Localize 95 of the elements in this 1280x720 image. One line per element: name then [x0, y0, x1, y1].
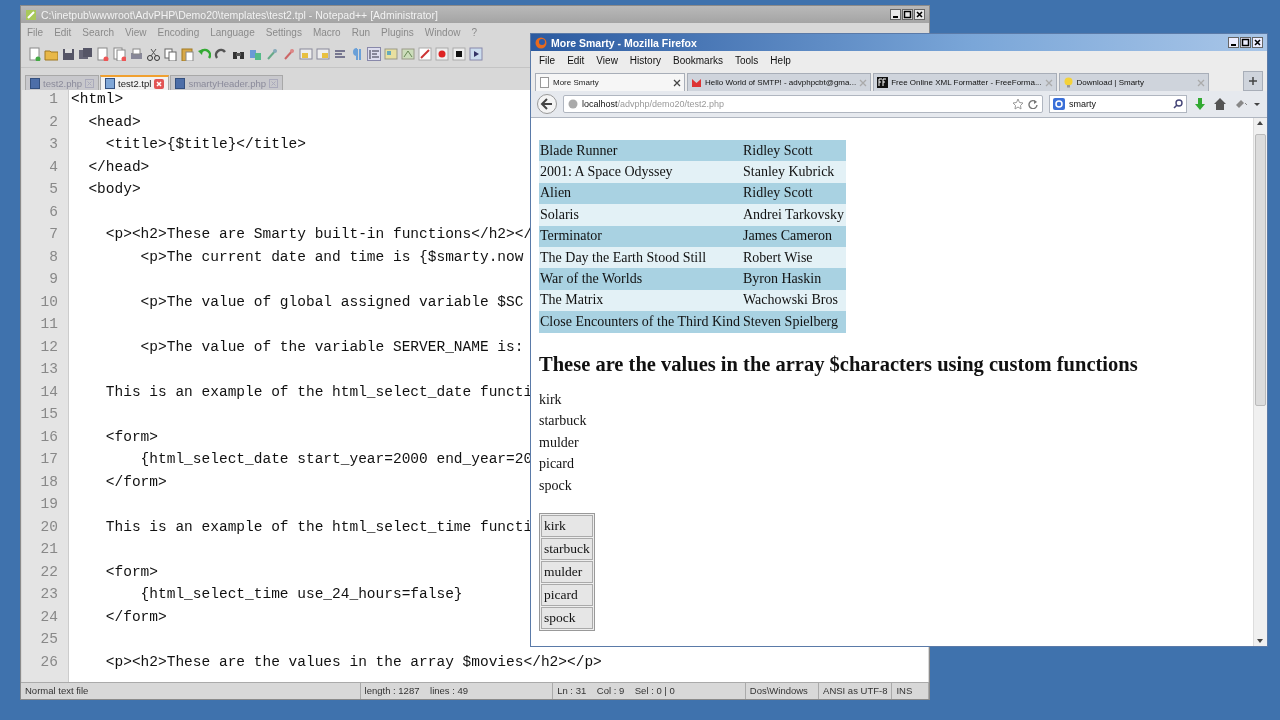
code-line: <title>{$title}</title>: [104, 136, 306, 154]
line-number: 18: [39, 473, 59, 492]
table-cell: Robert Wise: [742, 246, 847, 269]
list-item: mulder: [539, 434, 579, 450]
table-cell: Byron Haskin: [742, 268, 847, 290]
line-number: 1: [48, 91, 59, 109]
table-cell: Alien: [539, 182, 742, 205]
line-number: 17: [39, 451, 59, 469]
table-cell: spock: [541, 607, 593, 630]
line-number: 3: [48, 136, 59, 154]
table-cell: Wachowski Bros: [742, 289, 847, 312]
code-line: <body>: [87, 181, 141, 199]
line-number: 20: [39, 518, 59, 537]
line-number: 5: [48, 181, 59, 199]
list-item: picard: [539, 456, 574, 472]
code-line: <head>: [87, 113, 141, 132]
line-number: 24: [39, 608, 59, 627]
browser-tab[interactable]: Free Online XML Formatter - FreeForma...: [873, 73, 1057, 91]
table-cell: starbuck: [541, 538, 593, 561]
status-text: Ln : 31 Col : 9 Sel : 0 | 0: [553, 683, 746, 699]
line-number: 11: [39, 316, 59, 334]
browser-tab[interactable]: More Smarty: [535, 73, 685, 91]
line-number: 2: [48, 113, 59, 132]
status-text: ANSI as UTF-8: [819, 683, 893, 699]
table-cell: War of the Worlds: [539, 268, 742, 290]
line-number: 25: [39, 631, 59, 649]
code-line: <form>: [104, 428, 158, 447]
code-line: This is an example of the html_select_date functi: [104, 383, 533, 402]
line-number: 4: [48, 158, 59, 177]
list-item: starbuck: [539, 413, 587, 429]
table-cell: The Matrix: [539, 289, 742, 312]
menu-item[interactable]: File: [539, 55, 556, 66]
menu-item[interactable]: Edit: [567, 55, 585, 66]
table-cell: The Day the Earth Stood Still: [539, 246, 742, 269]
browser-tab[interactable]: Download | Smarty: [1058, 73, 1209, 91]
table-cell: Stanley Kubrick: [742, 161, 847, 183]
table-cell: Andrei Tarkovsky: [742, 204, 847, 226]
table-cell: Close Encounters of the Third Kind: [539, 311, 742, 333]
line-number: 23: [39, 586, 59, 604]
menu-item[interactable]: Help: [770, 55, 791, 66]
line-number: 6: [48, 203, 59, 222]
code-line: <form>: [104, 563, 158, 582]
line-number: 12: [39, 338, 59, 357]
browser-tab[interactable]: Hello World of SMTP! - advphpcbt@gma...: [687, 73, 872, 91]
table-cell: kirk: [541, 515, 593, 538]
line-number: 10: [39, 293, 59, 312]
code-line: {html_select_date start_year=2000 end_year=20: [139, 451, 533, 469]
table-cell: Steven Spielberg: [742, 311, 847, 333]
status-text: Dos\Windows: [745, 683, 820, 699]
line-number: 19: [39, 496, 59, 514]
code-line: <p><h2>These are the values in the array $movies</h2></p>: [104, 653, 602, 672]
table-cell: Ridley Scott: [742, 140, 847, 162]
status-text: Normal text file: [21, 683, 361, 699]
line-number: 22: [39, 563, 59, 582]
menu-item[interactable]: History: [629, 55, 661, 66]
line-number: 7: [48, 226, 59, 244]
search-field[interactable]: smarty: [1049, 95, 1187, 113]
line-number: 8: [48, 248, 59, 267]
status-text: INS: [892, 683, 929, 699]
line-number: 9: [48, 271, 59, 289]
code-line: </form>: [104, 608, 167, 627]
code-line: </form>: [104, 473, 167, 492]
code-line: <p><h2>These are Smarty built-in functions</h2></: [104, 226, 533, 244]
table-cell: Solaris: [539, 204, 742, 226]
table-cell: Terminator: [539, 225, 742, 247]
list-item: spock: [539, 477, 572, 493]
section-heading: These are the values in the array $characters using custom functions: [539, 352, 1139, 376]
code-line: <p>The value of the variable SERVER_NAME is:: [139, 338, 524, 357]
code-line: {html_select_time use_24_hours=false}: [139, 586, 463, 604]
address-field[interactable]: localhost/advphp/demo20/test2.php: [563, 95, 1043, 113]
file-tab[interactable]: test2.tpl: [100, 75, 170, 90]
line-number: 15: [39, 406, 59, 424]
list-item: kirk: [539, 391, 562, 407]
table-cell: Blade Runner: [539, 140, 742, 162]
table-cell: mulder: [541, 561, 593, 584]
code-line: </head>: [87, 158, 150, 177]
menu-item[interactable]: View: [596, 55, 618, 66]
window-title: More Smarty - Mozilla Firefox: [551, 36, 698, 49]
code-line: <p>The value of global assigned variable $SC: [139, 293, 524, 312]
status-text: length : 1287 lines : 49: [360, 683, 554, 699]
table-cell: James Cameron: [742, 225, 847, 247]
line-number: 14: [39, 383, 59, 402]
table-cell: picard: [541, 584, 593, 607]
window-title: C:\inetpub\wwwroot\AdvPHP\Demo20\templates\test2.tpl - Notepad++ [Administrator]: [41, 8, 439, 21]
table-cell: Ridley Scott: [742, 182, 847, 205]
menu-item[interactable]: Tools: [735, 55, 759, 66]
menu-item[interactable]: Bookmarks: [673, 55, 723, 66]
table-cell: 2001: A Space Odyssey: [539, 161, 742, 183]
code-line: <p>The current date and time is {$smarty.now: [139, 248, 524, 267]
line-number: 16: [39, 428, 59, 447]
code-line: This is an example of the html_select_time functi: [104, 518, 533, 537]
line-number: 13: [39, 361, 59, 379]
line-number: 21: [39, 541, 59, 559]
line-number: 26: [39, 653, 59, 672]
code-line: <html>: [71, 91, 124, 109]
